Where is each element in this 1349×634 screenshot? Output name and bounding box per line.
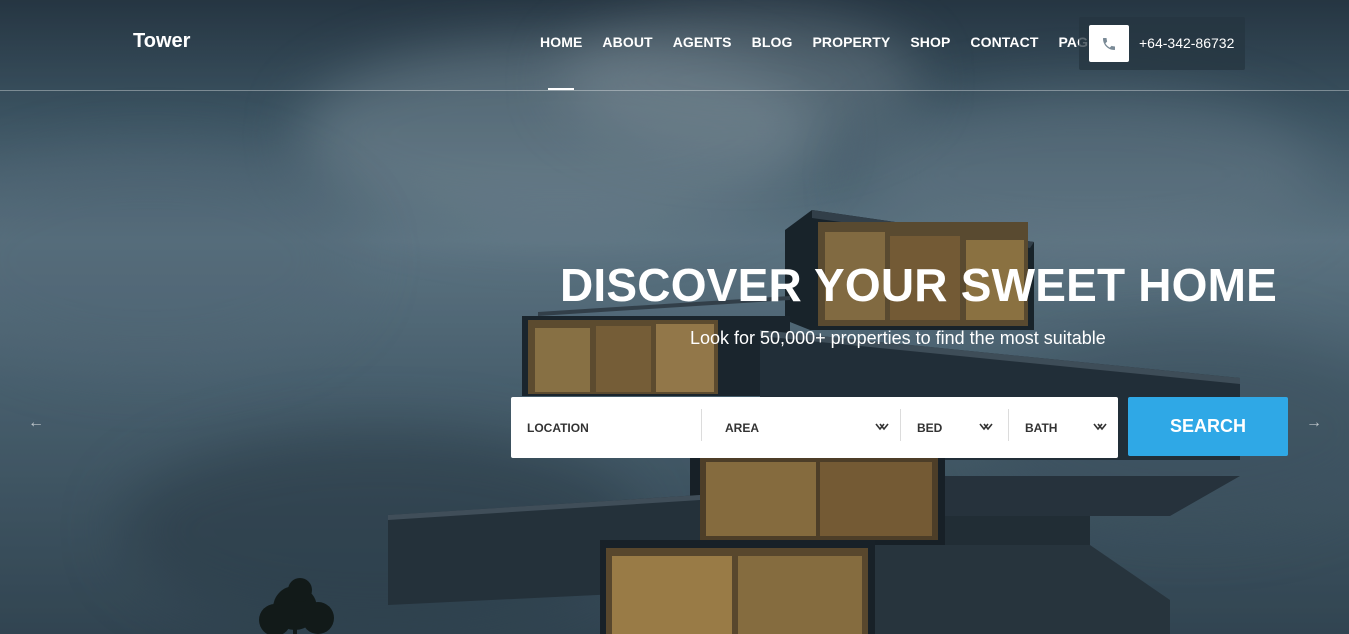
area-label: AREA [725,420,760,435]
slider-prev-arrow-icon[interactable]: ← [28,414,44,432]
divider [701,409,702,441]
hero-overlay [0,0,1349,634]
property-search-form: LOCATION AREA BED BATH [511,397,1118,458]
nav-blog[interactable]: BLOG [742,0,803,90]
search-button[interactable]: SEARCH [1128,397,1288,456]
main-nav: HOME ABOUT AGENTS BLOG PROPERTY SHOP CON… [530,0,1117,90]
chevron-down-icon [875,423,889,431]
phone-icon [1103,37,1115,50]
site-logo[interactable]: Tower [133,30,190,53]
phone-contact[interactable]: +64-342-86732 [1079,17,1245,70]
slider-next-arrow-icon[interactable]: → [1306,414,1322,432]
location-input[interactable]: LOCATION [511,397,701,458]
site-header: Tower HOME ABOUT AGENTS BLOG PROPERTY SH… [0,0,1349,91]
nav-home[interactable]: HOME [530,0,592,90]
bath-label: BATH [1025,420,1058,435]
area-select[interactable]: AREA [709,397,899,458]
bed-label: BED [917,420,943,435]
nav-shop[interactable]: SHOP [900,0,960,90]
hero-title: DISCOVER YOUR SWEET HOME [560,259,1278,311]
chevron-down-icon [1093,423,1107,431]
hero-background [0,0,1349,634]
bath-select[interactable]: BATH [1009,397,1117,458]
nav-agents[interactable]: AGENTS [663,0,742,90]
nav-about[interactable]: ABOUT [592,0,662,90]
hero-subtitle: Look for 50,000+ properties to find the … [690,328,1106,348]
phone-icon-box [1089,25,1129,62]
location-label: LOCATION [527,420,589,435]
nav-property[interactable]: PROPERTY [802,0,900,90]
bed-select[interactable]: BED [901,397,1003,458]
nav-contact[interactable]: CONTACT [960,0,1048,90]
phone-number: +64-342-86732 [1139,35,1235,51]
chevron-down-icon [979,423,993,431]
